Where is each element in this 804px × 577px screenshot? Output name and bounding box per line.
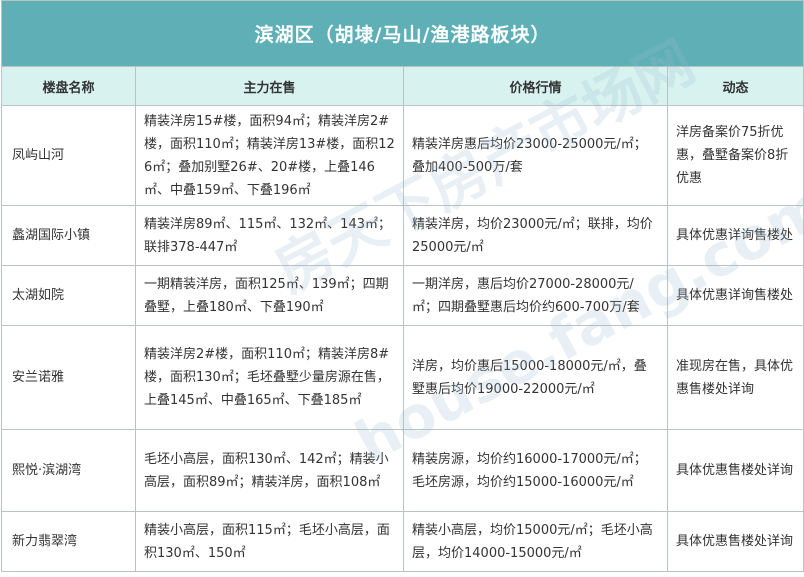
news-info: 洋房备案价75折优惠，叠墅备案价8折优惠 [666,105,804,206]
listing-sheet: 滨湖区（胡埭/马山/渔港路板块） 楼盘名称 主力在售 价格行情 动态 凤屿山河 … [0,0,804,577]
header-row: 楼盘名称 主力在售 价格行情 动态 [1,66,804,106]
property-name: 新力翡翠湾 [1,511,136,572]
news-info: 具体优惠售楼处详询 [666,511,804,572]
news-info: 具体优惠售楼处详询 [666,429,804,512]
table-row: 熙悦·滨湖湾 毛坯小高层，面积130㎡、142㎡；精装小高层，面积89㎡；精装洋… [1,429,804,512]
column-header-selling: 主力在售 [135,66,404,106]
price-info: 精装小高层，均价15000元/㎡；毛坯小高层，均价14000-15000元/㎡ [403,511,668,572]
news-info: 具体优惠详询售楼处 [666,265,804,326]
table-row: 安兰诺雅 精装洋房2#楼，面积110㎡；精装洋房8#楼，面积130㎡；毛坯叠墅少… [1,325,804,430]
main-selling: 精装洋房2#楼，面积110㎡；精装洋房8#楼，面积130㎡；毛坯叠墅少量房源在售… [135,325,404,430]
column-header-price: 价格行情 [403,66,668,106]
property-name: 凤屿山河 [1,105,136,206]
table-row: 蠡湖国际小镇 精装洋房89㎡、115㎡、132㎡、143㎡；联排378-447㎡… [1,205,804,266]
table-row: 凤屿山河 精装洋房15#楼，面积94㎡；精装洋房2#楼，面积110㎡；精装洋房1… [1,105,804,206]
property-name: 太湖如院 [1,265,136,326]
property-table: 滨湖区（胡埭/马山/渔港路板块） 楼盘名称 主力在售 价格行情 动态 凤屿山河 … [0,0,804,572]
price-info: 精装洋房，均价23000元/㎡；联排，均价25000元/㎡ [403,205,668,266]
price-info: 一期洋房，惠后均价27000-28000元/㎡；四期叠墅惠后均价约600-700… [403,265,668,326]
column-header-news: 动态 [666,66,804,106]
property-name: 安兰诺雅 [1,325,136,430]
price-info: 精装房源，均价约16000-17000元/㎡；毛坯房源，均价约15000-160… [403,429,668,512]
main-selling: 一期精装洋房，面积125㎡、139㎡；四期叠墅，上叠180㎡、下叠190㎡ [135,265,404,326]
column-header-name: 楼盘名称 [1,66,136,106]
price-info: 精装洋房惠后均价23000-25000元/㎡；叠加400-500万/套 [403,105,668,206]
main-selling: 毛坯小高层，面积130㎡、142㎡；精装小高层，面积89㎡；精装洋房，面积108… [135,429,404,512]
table-row: 太湖如院 一期精装洋房，面积125㎡、139㎡；四期叠墅，上叠180㎡、下叠19… [1,265,804,326]
news-info: 具体优惠详询售楼处 [666,205,804,266]
main-selling: 精装洋房89㎡、115㎡、132㎡、143㎡；联排378-447㎡ [135,205,404,266]
main-selling: 精装小高层，面积115㎡；毛坯小高层，面积130㎡、150㎡ [135,511,404,572]
news-info: 准现房在售，具体优惠售楼处详询 [666,325,804,430]
table-title: 滨湖区（胡埭/马山/渔港路板块） [0,0,804,67]
property-name: 蠡湖国际小镇 [1,205,136,266]
title-row: 滨湖区（胡埭/马山/渔港路板块） [0,0,804,67]
table-row: 新力翡翠湾 精装小高层，面积115㎡；毛坯小高层，面积130㎡、150㎡ 精装小… [1,511,804,572]
price-info: 洋房，均价惠后15000-18000元/㎡，叠墅惠后均价19000-22000元… [403,325,668,430]
property-name: 熙悦·滨湖湾 [1,429,136,512]
main-selling: 精装洋房15#楼，面积94㎡；精装洋房2#楼，面积110㎡；精装洋房13#楼，面… [135,105,404,206]
